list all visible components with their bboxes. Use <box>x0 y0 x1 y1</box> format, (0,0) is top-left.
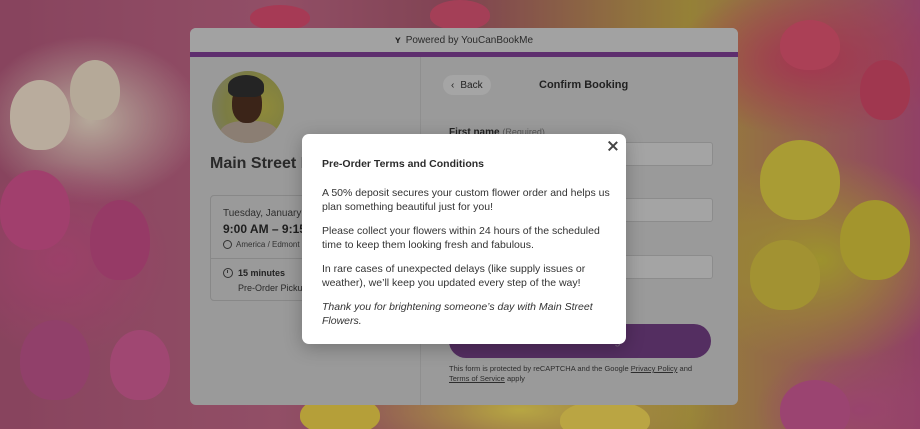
form-title: Confirm Booking <box>539 79 629 91</box>
back-button[interactable]: ‹ Back <box>443 75 491 95</box>
back-label: Back <box>460 79 483 91</box>
timezone-row[interactable]: America / Edmont <box>223 240 300 249</box>
duration-row: 15 minutes <box>223 268 285 278</box>
modal-paragraph-thanks: Thank you for brightening someone’s day … <box>322 301 593 327</box>
modal-paragraph-deposit: A 50% deposit secures your custom flower… <box>322 187 610 213</box>
terms-modal: Pre-Order Terms and Conditions A 50% dep… <box>302 134 626 344</box>
close-icon[interactable] <box>607 140 619 152</box>
ycbm-logo-icon: ʏ <box>394 34 401 46</box>
chevron-left-icon: ‹ <box>451 79 455 91</box>
duration-label: 15 minutes <box>238 268 286 278</box>
powered-by-bar[interactable]: ʏ Powered by YouCanBookMe <box>190 28 738 52</box>
globe-icon <box>223 240 232 249</box>
terms-of-service-link[interactable]: Terms of Service <box>449 374 505 383</box>
modal-title: Pre-Order Terms and Conditions <box>322 158 484 170</box>
booking-date: Tuesday, January 2 <box>223 208 310 219</box>
clock-icon <box>223 268 233 278</box>
modal-paragraph-delays: In rare cases of unexpected delays (like… <box>322 263 586 289</box>
privacy-policy-link[interactable]: Privacy Policy <box>631 364 678 373</box>
modal-paragraph-collect: Please collect your flowers within 24 ho… <box>322 225 600 251</box>
timezone-label: America / Edmont <box>236 240 300 249</box>
avatar <box>212 71 284 143</box>
booking-type: Pre-Order Picku <box>238 283 303 293</box>
powered-by-label: Powered by YouCanBookMe <box>405 34 534 46</box>
recaptcha-notice: This form is protected by reCAPTCHA and … <box>449 364 693 383</box>
page-title: Main Street F <box>210 155 311 172</box>
